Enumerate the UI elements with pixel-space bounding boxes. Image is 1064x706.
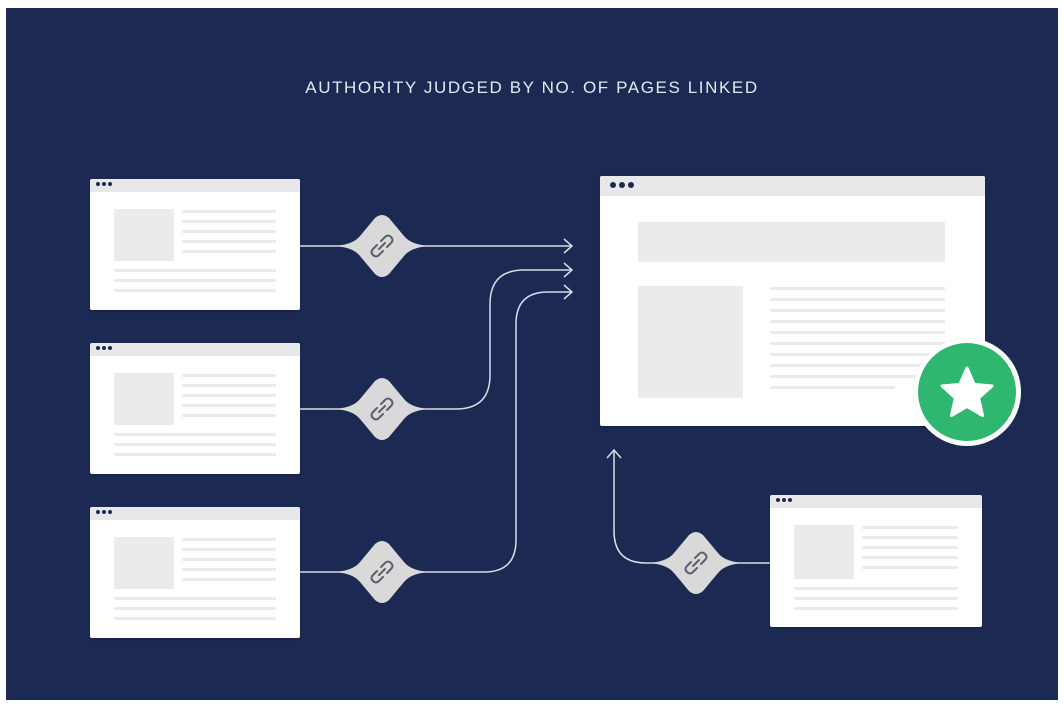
text-line — [182, 414, 276, 417]
browser-titlebar — [90, 507, 300, 520]
text-line — [114, 443, 276, 446]
linking-page-1 — [90, 179, 300, 310]
text-line — [770, 298, 945, 301]
text-line — [114, 597, 276, 600]
text-line — [114, 269, 276, 272]
text-line — [114, 617, 276, 620]
text-line — [114, 433, 276, 436]
window-dots-icon — [776, 498, 794, 504]
text-line — [182, 374, 276, 377]
text-line — [182, 558, 276, 561]
browser-titlebar — [770, 495, 982, 508]
image-placeholder — [114, 209, 174, 261]
link-badge-2 — [330, 378, 434, 440]
text-line — [182, 240, 276, 243]
text-line — [114, 279, 276, 282]
window-dots-icon — [96, 182, 114, 188]
authority-badge — [913, 338, 1021, 446]
edge-2-line — [300, 269, 572, 410]
text-line — [182, 538, 276, 541]
image-placeholder — [114, 537, 174, 589]
text-line — [770, 287, 945, 290]
link-badge-3 — [330, 541, 434, 603]
image-placeholder — [638, 286, 743, 398]
text-line — [182, 220, 276, 223]
text-line — [794, 607, 958, 610]
text-line — [862, 556, 958, 559]
text-line — [862, 566, 958, 569]
text-line — [114, 453, 276, 456]
text-line — [114, 607, 276, 610]
browser-titlebar — [90, 343, 300, 356]
star-icon — [940, 366, 994, 418]
header-placeholder — [638, 222, 945, 262]
text-line — [114, 289, 276, 292]
browser-titlebar — [90, 179, 300, 192]
text-line — [862, 536, 958, 539]
text-line — [182, 568, 276, 571]
text-line — [770, 331, 945, 334]
text-line — [770, 320, 945, 323]
link-badge-4 — [644, 532, 748, 594]
browser-titlebar — [600, 176, 985, 196]
text-line — [862, 546, 958, 549]
text-line — [182, 210, 276, 213]
linking-page-2 — [90, 343, 300, 474]
text-line — [794, 597, 958, 600]
image-placeholder — [794, 525, 854, 579]
text-line — [770, 309, 945, 312]
window-dots-icon — [96, 346, 114, 352]
link-badge-1 — [330, 215, 434, 277]
window-dots-icon — [96, 510, 114, 516]
text-line — [182, 250, 276, 253]
text-line — [182, 384, 276, 387]
image-placeholder — [114, 373, 174, 425]
text-line — [794, 587, 958, 590]
text-line — [182, 404, 276, 407]
text-line — [770, 386, 895, 389]
text-line — [182, 578, 276, 581]
linking-page-4 — [770, 495, 982, 627]
window-dots-icon — [610, 182, 637, 188]
diagram-canvas: AUTHORITY JUDGED BY NO. OF PAGES LINKED — [6, 8, 1058, 700]
edge-3-line — [300, 291, 572, 573]
linking-page-3 — [90, 507, 300, 638]
text-line — [182, 394, 276, 397]
text-line — [182, 548, 276, 551]
text-line — [862, 526, 958, 529]
text-line — [182, 230, 276, 233]
